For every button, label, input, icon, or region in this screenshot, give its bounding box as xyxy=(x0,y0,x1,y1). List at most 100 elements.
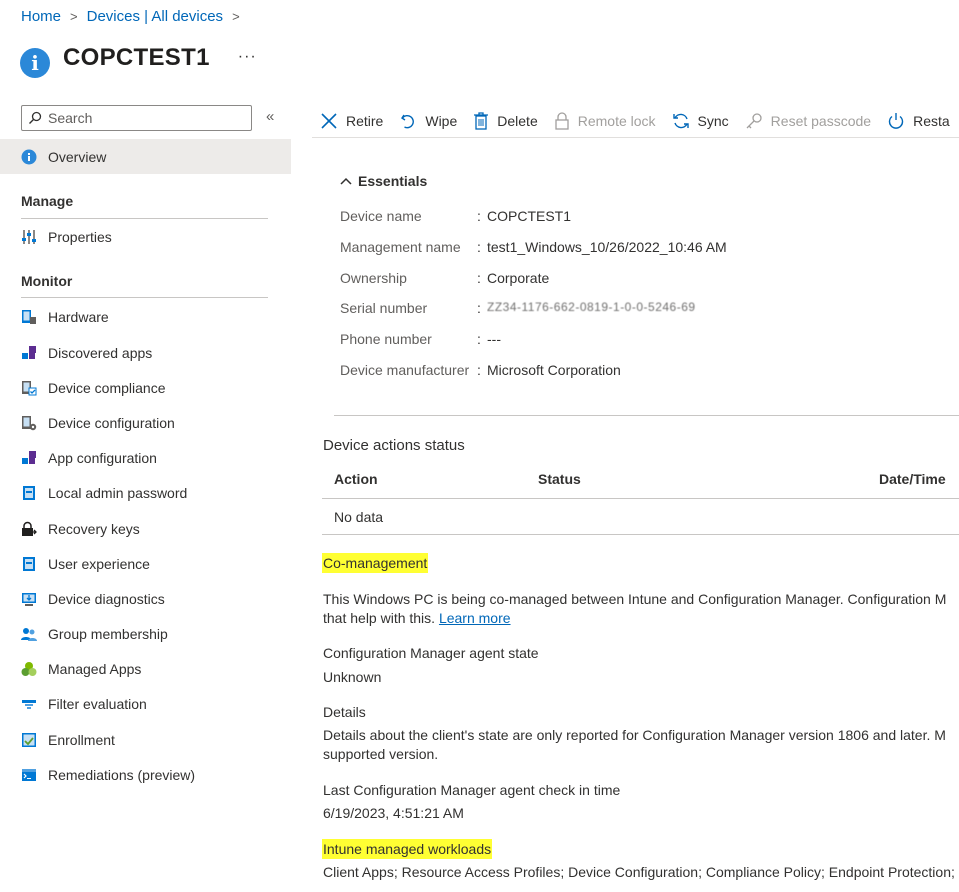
sidebar-item-remediations[interactable]: Remediations (preview) xyxy=(0,759,291,791)
property-row: Device manufacturer : Microsoft Corporat… xyxy=(340,362,621,382)
remote-lock-button[interactable]: Remote lock xyxy=(554,111,656,130)
notebook-icon xyxy=(21,485,37,501)
sidebar-item-discovered-apps[interactable]: Discovered apps xyxy=(0,337,291,369)
comanagement-heading: Co-management xyxy=(322,553,429,573)
more-options-button[interactable]: ··· xyxy=(238,48,257,66)
retire-label: Retire xyxy=(346,112,384,129)
collapse-sidebar-button[interactable]: « xyxy=(266,108,274,125)
essentials-heading: Essentials xyxy=(358,173,428,189)
reset-passcode-button[interactable]: Reset passcode xyxy=(745,112,871,130)
properties-icon xyxy=(21,229,37,245)
serial-number-value: ZZ34-1176-662-0819-1-0-0-5246-69 xyxy=(487,300,696,314)
property-value: Corporate xyxy=(487,270,550,286)
hardware-icon xyxy=(21,309,37,325)
agent-state-value: Unknown xyxy=(323,669,382,685)
search-box[interactable] xyxy=(21,105,252,131)
chevron-right-icon: > xyxy=(70,9,78,24)
sidebar-item-device-configuration[interactable]: Device configuration xyxy=(0,407,291,439)
wipe-button[interactable]: Wipe xyxy=(399,112,457,130)
column-header-action[interactable]: Action xyxy=(334,471,378,487)
compliance-icon xyxy=(21,380,37,396)
last-checkin-label: Last Configuration Manager agent check i… xyxy=(323,782,621,798)
page-title: COPCTEST1 xyxy=(63,44,210,71)
group-icon xyxy=(21,626,37,642)
breadcrumb-home-link[interactable]: Home xyxy=(21,8,61,25)
sidebar-item-filter-evaluation[interactable]: Filter evaluation xyxy=(0,688,291,720)
sidebar-item-device-compliance[interactable]: Device compliance xyxy=(0,372,291,404)
property-value: --- xyxy=(487,331,501,347)
table-row: No data xyxy=(322,500,959,535)
property-label: Device manufacturer xyxy=(340,362,470,378)
learn-more-link[interactable]: Learn more xyxy=(439,610,511,626)
details-text: Details about the client's state are onl… xyxy=(323,727,946,743)
close-icon xyxy=(321,112,337,129)
property-label: Management name xyxy=(340,239,461,255)
sidebar-item-label: Local admin password xyxy=(48,485,188,501)
restart-label: Resta xyxy=(913,112,950,129)
info-icon: i xyxy=(20,48,50,78)
trash-icon xyxy=(474,111,489,130)
property-label: Serial number xyxy=(340,300,428,316)
property-label: Device name xyxy=(340,208,422,224)
diagnostics-icon xyxy=(21,591,37,607)
terminal-icon xyxy=(21,767,37,783)
chevron-right-icon: > xyxy=(232,9,240,24)
breadcrumb-devices-link[interactable]: Devices | All devices xyxy=(87,8,223,25)
notebook-icon xyxy=(21,556,37,572)
property-row: Ownership : Corporate xyxy=(340,270,549,290)
sidebar-item-managed-apps[interactable]: Managed Apps xyxy=(0,653,291,685)
sidebar-item-overview[interactable]: Overview xyxy=(0,139,291,174)
property-row: Device name : COPCTEST1 xyxy=(340,208,571,228)
enrollment-icon xyxy=(21,732,37,748)
description-text: that help with this. xyxy=(323,610,436,626)
sidebar-item-label: Enrollment xyxy=(48,732,115,748)
agent-state-label: Configuration Manager agent state xyxy=(323,645,539,661)
column-header-datetime[interactable]: Date/Time xyxy=(879,471,946,487)
details-text-cont: supported version. xyxy=(323,746,439,762)
comanagement-description-cont: that help with this. Learn more xyxy=(323,610,511,626)
sidebar-item-device-diagnostics[interactable]: Device diagnostics xyxy=(0,583,291,615)
filter-icon xyxy=(21,696,37,712)
lock-icon xyxy=(555,111,569,130)
delete-button[interactable]: Delete xyxy=(473,111,538,130)
property-row: Management name : test1_Windows_10/26/20… xyxy=(340,239,727,259)
sidebar-item-app-configuration[interactable]: App configuration xyxy=(0,442,291,474)
sidebar-item-label: User experience xyxy=(48,556,150,572)
colon: : xyxy=(477,362,481,378)
essentials-toggle[interactable]: Essentials xyxy=(340,173,427,189)
divider xyxy=(21,297,268,298)
last-checkin-value: 6/19/2023, 4:51:21 AM xyxy=(323,805,464,821)
sidebar-item-label: Properties xyxy=(48,229,112,245)
sidebar-item-label: Recovery keys xyxy=(48,521,140,537)
sidebar-item-hardware[interactable]: Hardware xyxy=(0,301,291,333)
sidebar-item-user-experience[interactable]: User experience xyxy=(0,548,291,580)
property-row: Phone number : --- xyxy=(340,331,501,351)
property-value: Microsoft Corporation xyxy=(487,362,621,378)
remote-lock-label: Remote lock xyxy=(577,112,656,129)
sidebar-item-label: Device configuration xyxy=(48,415,175,431)
colon: : xyxy=(477,270,481,286)
page-header: i COPCTEST1 ··· xyxy=(20,38,257,78)
divider xyxy=(334,415,959,416)
sidebar-item-label: App configuration xyxy=(48,450,157,466)
sidebar-item-group-membership[interactable]: Group membership xyxy=(0,618,291,650)
property-label: Ownership xyxy=(340,270,407,286)
property-label: Phone number xyxy=(340,331,432,347)
sidebar-item-properties[interactable]: Properties xyxy=(0,221,291,253)
sidebar-item-label: Managed Apps xyxy=(48,661,142,677)
lock-icon xyxy=(21,521,37,537)
apps-icon xyxy=(21,450,37,466)
restart-button[interactable]: Resta xyxy=(887,112,950,130)
search-input[interactable] xyxy=(48,110,238,126)
column-header-status[interactable]: Status xyxy=(538,471,581,487)
sidebar-item-recovery-keys[interactable]: Recovery keys xyxy=(0,513,291,545)
sidebar-item-label: Device diagnostics xyxy=(48,591,165,607)
sync-button[interactable]: Sync xyxy=(672,112,729,130)
sidebar-item-local-admin-password[interactable]: Local admin password xyxy=(0,477,291,509)
retire-button[interactable]: Retire xyxy=(320,112,383,130)
info-icon xyxy=(21,149,37,165)
sidebar-item-enrollment[interactable]: Enrollment xyxy=(0,724,291,756)
table-header: Action Status Date/Time xyxy=(322,462,959,499)
sidebar-item-label: Hardware xyxy=(48,309,109,325)
workloads-heading: Intune managed workloads xyxy=(322,839,493,859)
